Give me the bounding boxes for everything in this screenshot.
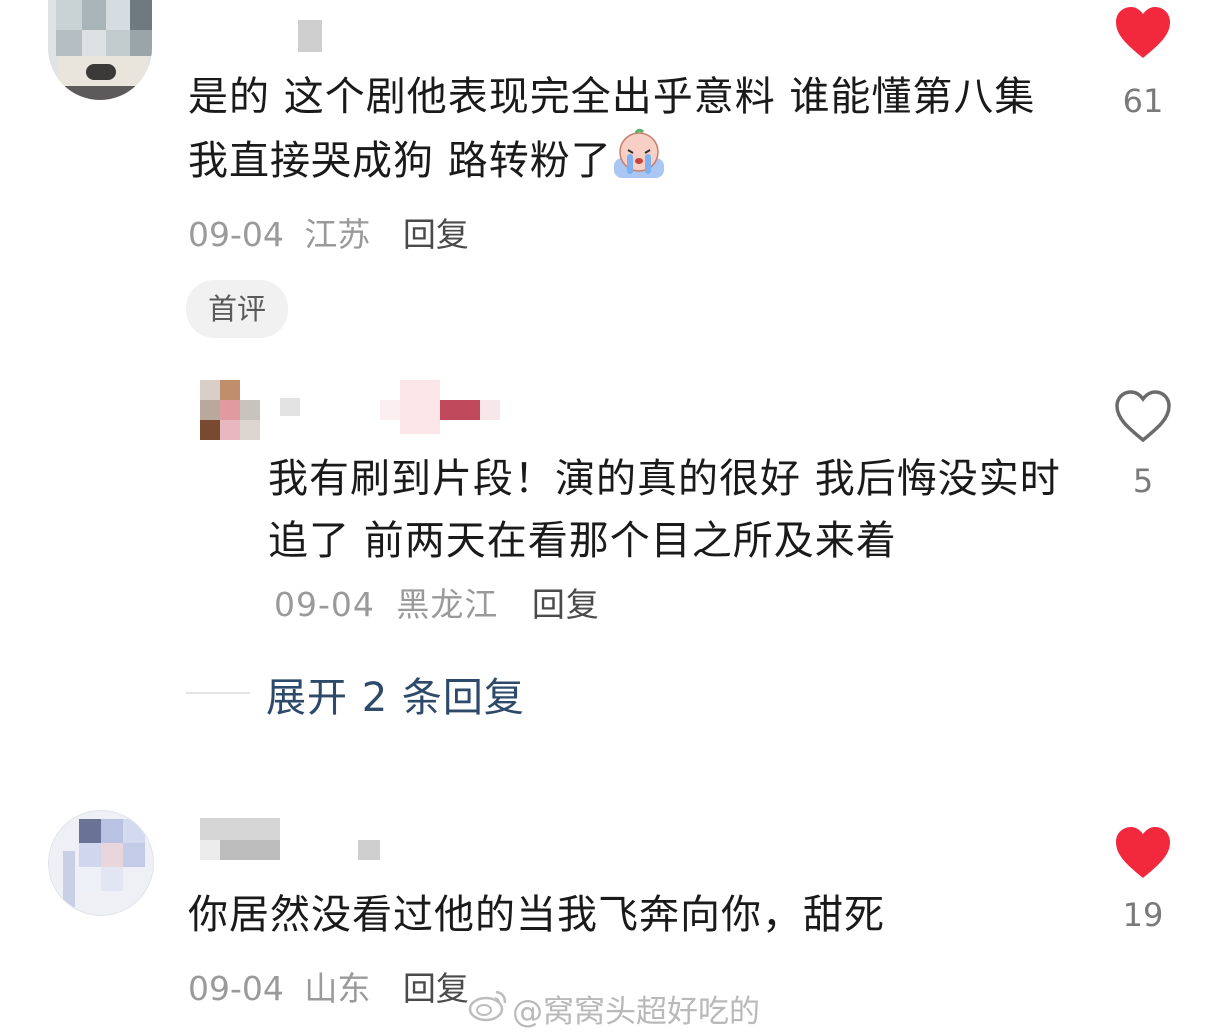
watermark-text: @窝窝头超好吃的 bbox=[512, 994, 760, 1030]
comment-location: 山东 bbox=[304, 969, 371, 1008]
comment-meta: 09-04 江苏 回复 bbox=[188, 208, 469, 256]
avatar[interactable] bbox=[48, 810, 154, 916]
comment-meta: 09-04 山东 回复 bbox=[188, 962, 469, 1010]
comment-date: 09-04 bbox=[188, 215, 284, 254]
username-pixelated[interactable] bbox=[200, 818, 380, 862]
username-pixelated[interactable] bbox=[380, 380, 500, 434]
first-comment-badge: 首评 bbox=[186, 280, 289, 338]
comment-date: 09-04 bbox=[188, 969, 284, 1008]
reply-button[interactable]: 回复 bbox=[532, 585, 600, 624]
comment-text: 是的 这个剧他表现完全出乎意料 谁能懂第八集我直接哭成狗 路转粉了 bbox=[188, 66, 1068, 198]
comment-location: 江苏 bbox=[304, 215, 371, 254]
username-pixelated[interactable] bbox=[298, 20, 322, 52]
like-count: 19 bbox=[1122, 896, 1164, 934]
avatar[interactable] bbox=[48, 0, 152, 100]
heart-filled-icon[interactable] bbox=[1114, 826, 1172, 884]
expand-divider bbox=[186, 692, 250, 694]
expand-replies-link[interactable]: 展开 2 条回复 bbox=[266, 665, 525, 723]
comment-meta: 09-04 黑龙江 回复 bbox=[274, 585, 600, 624]
comment-text: 你居然没看过他的当我飞奔向你，甜死 bbox=[188, 892, 885, 938]
username-pixelated[interactable] bbox=[280, 398, 300, 416]
heart-filled-icon[interactable] bbox=[1114, 6, 1172, 64]
avatar[interactable] bbox=[200, 380, 262, 442]
comment-text: 我有刷到片段！演的真的很好 我后悔没实时追了 前两天在看那个目之所及来着 09-… bbox=[268, 456, 1061, 624]
reply-button[interactable]: 回复 bbox=[403, 969, 469, 1008]
reply-button[interactable]: 回复 bbox=[403, 215, 469, 254]
crying-emoji-icon bbox=[612, 128, 666, 198]
comment-location: 黑龙江 bbox=[396, 585, 499, 624]
weibo-logo-icon bbox=[468, 988, 508, 1026]
like-count: 5 bbox=[1132, 462, 1154, 500]
like-count: 61 bbox=[1122, 82, 1164, 120]
comment-date: 09-04 bbox=[274, 585, 375, 624]
heart-outline-icon[interactable] bbox=[1114, 390, 1172, 448]
